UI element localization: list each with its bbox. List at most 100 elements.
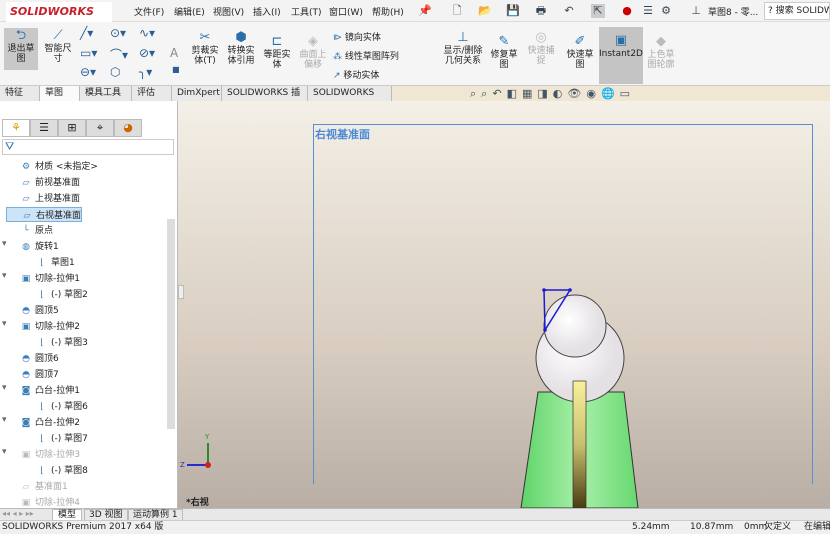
menu-insert[interactable]: 插入(I) [253, 5, 281, 18]
display-relations-button[interactable]: ⊥ 显示/删除几何关系 [440, 30, 486, 66]
tab-features[interactable]: 特征 [0, 86, 40, 101]
move-entities-button[interactable]: ↗ 移动实体 [333, 68, 379, 81]
zoom-fit-icon[interactable]: ⌕ [470, 87, 481, 100]
tree-item[interactable]: ⌊ (-) 草图7 [36, 431, 88, 444]
display-manager-tab-icon[interactable]: ◕ [114, 119, 142, 137]
menu-help[interactable]: 帮助(H) [372, 5, 404, 18]
dynamic-annotation-icon[interactable]: ▦ [522, 87, 537, 100]
print-icon[interactable]: 🖶 [534, 4, 548, 18]
expand-arrow-icon[interactable]: ▾ [2, 383, 7, 393]
tab-sketch[interactable]: 草图 [40, 86, 80, 101]
pin-icon[interactable]: 📌 [418, 4, 432, 18]
tree-item[interactable]: ▾ ◙ 凸台-拉伸1 [2, 383, 80, 396]
feature-manager-tab-icon[interactable]: ⚘ [2, 119, 30, 137]
graphics-viewport[interactable]: 右视基准面 Y Z *右视 [178, 101, 830, 508]
quick-snaps-button[interactable]: ◎ 快速捕捉 [526, 30, 556, 66]
rebuild-icon[interactable]: ● [620, 4, 634, 18]
offset-on-surface-button[interactable]: ◈ 曲面上偏移 [296, 34, 330, 70]
previous-view-icon[interactable]: ↶ [492, 87, 506, 100]
view-toolbar[interactable]: ⌕⌕↶◧▦◨◐👁◉🌐▭ [470, 87, 635, 101]
expand-arrow-icon[interactable]: ▾ [2, 239, 7, 249]
dimxpert-manager-tab-icon[interactable]: ⌖ [86, 119, 114, 137]
offset-entities-button[interactable]: ⊏ 等距实体 [260, 34, 294, 70]
tab-scroll-arrows[interactable]: ◂◂ ◂ ▸ ▸▸ [2, 509, 34, 518]
view-orientation-icon[interactable]: ◨ [537, 87, 552, 100]
tab-evaluate[interactable]: 评估 [132, 86, 172, 101]
filter-input[interactable]: ⛛ [2, 139, 174, 155]
configuration-manager-tab-icon[interactable]: ⊞ [58, 119, 86, 137]
panel-collapse-handle[interactable] [178, 285, 184, 299]
zoom-area-icon[interactable]: ⌕ [481, 87, 492, 100]
tree-item[interactable]: ▾ ▣ 切除-拉伸1 [2, 271, 80, 284]
tab-dimxpert[interactable]: DimXpert [172, 86, 222, 101]
expand-arrow-icon[interactable]: ▾ [2, 319, 7, 329]
menu-edit[interactable]: 编辑(E) [174, 5, 205, 18]
solidworks-logo[interactable]: SOLIDWORKS [6, 2, 112, 22]
tree-item[interactable]: ▱ 上视基准面 [6, 191, 80, 204]
tab-mbd[interactable]: SOLIDWORKS MBD [308, 86, 392, 113]
fillet-icon[interactable]: ╮▾ [139, 65, 152, 79]
convert-entities-button[interactable]: ⬢ 转换实体引用 [224, 30, 258, 66]
tree-item[interactable]: ⌊ (-) 草图3 [36, 335, 88, 348]
point-icon[interactable]: ■ [172, 65, 180, 74]
rectangle-icon[interactable]: ▭▾ [80, 46, 97, 60]
slot-icon[interactable]: ⊖▾ [80, 65, 96, 79]
display-style-icon[interactable]: ◐ [553, 87, 568, 100]
linear-pattern-button[interactable]: ⁂ 线性草图阵列 [333, 49, 399, 62]
open-file-icon[interactable]: 📂 [478, 4, 492, 18]
display-settings-icon[interactable]: ▭ [620, 87, 635, 100]
expand-arrow-icon[interactable]: ▾ [2, 447, 7, 457]
tree-item[interactable]: ◓ 圆顶6 [6, 351, 59, 364]
arc-icon[interactable]: ⌒▾ [110, 46, 128, 63]
tree-item[interactable]: ◓ 圆顶7 [6, 367, 59, 380]
trim-entities-button[interactable]: ✂ 剪裁实体(T) [188, 30, 222, 66]
instant2d-button[interactable]: ▣ Instant2D [599, 27, 643, 84]
circle-icon[interactable]: ⊙▾ [110, 26, 126, 40]
mirror-entities-button[interactable]: ⧐ 镜向实体 [333, 30, 381, 43]
spline-icon[interactable]: ∿▾ [139, 26, 155, 40]
tree-item[interactable]: ▱ 基准面1 [6, 479, 68, 492]
tree-item[interactable]: ▣ 切除-拉伸4 [6, 495, 80, 508]
tree-item[interactable]: ▱ 前视基准面 [6, 175, 80, 188]
tree-item[interactable]: ⌊ 草图1 [36, 255, 75, 268]
tree-item[interactable]: ◓ 圆顶5 [6, 303, 59, 316]
save-icon[interactable]: 💾 [506, 4, 520, 18]
ellipse-icon[interactable]: ⊘▾ [139, 46, 155, 60]
line-icon[interactable]: ╱▾ [80, 26, 93, 40]
menu-file[interactable]: 文件(F) [134, 5, 164, 18]
exit-sketch-button[interactable]: ⮌ 退出草图 [4, 28, 38, 70]
appearance-icon[interactable]: ◉ [586, 87, 601, 100]
property-manager-tab-icon[interactable]: ☰ [30, 119, 58, 137]
tree-item[interactable]: ▾ ◙ 凸台-拉伸2 [2, 415, 80, 428]
tree-scrollbar[interactable] [167, 219, 175, 429]
repair-sketch-button[interactable]: ✎ 修复草图 [488, 34, 520, 70]
tree-item[interactable]: ▾ ▣ 切除-拉伸2 [2, 319, 80, 332]
tree-item[interactable]: ⌊ (-) 草图2 [36, 287, 88, 300]
model-graphic[interactable] [178, 101, 830, 508]
tree-item[interactable]: ⌊ (-) 草图6 [36, 399, 88, 412]
select-icon[interactable]: ⇱ [591, 4, 605, 18]
file-properties-icon[interactable]: ☰ [641, 4, 655, 18]
menu-window[interactable]: 窗口(W) [329, 5, 363, 18]
tab-addins[interactable]: SOLIDWORKS 插件 [222, 86, 308, 113]
menu-tools[interactable]: 工具(T) [291, 5, 322, 18]
menu-view[interactable]: 视图(V) [213, 5, 244, 18]
text-icon[interactable]: A [170, 46, 178, 60]
expand-arrow-icon[interactable]: ▾ [2, 271, 7, 281]
scene-icon[interactable]: 🌐 [601, 87, 620, 100]
section-view-icon[interactable]: ◧ [507, 87, 522, 100]
tree-item[interactable]: ⌊ (-) 草图8 [36, 463, 88, 476]
tab-mold-tools[interactable]: 模具工具 [80, 86, 132, 101]
tree-item[interactable]: └ 原点 [6, 223, 53, 236]
expand-arrow-icon[interactable]: ▾ [2, 415, 7, 425]
tree-item[interactable]: ▾ ▣ 切除-拉伸3 [2, 447, 80, 460]
hide-show-icon[interactable]: 👁 [567, 87, 586, 100]
search-input[interactable]: ? 搜索 SOLIDWORKS [764, 2, 830, 20]
tree-item[interactable]: ⚙ 材质 <未指定> [6, 159, 98, 172]
new-file-icon[interactable]: 🗋 [450, 4, 464, 18]
rapid-sketch-button[interactable]: ✐ 快速草图 [564, 34, 596, 70]
polygon-icon[interactable]: ⬡ [110, 65, 120, 79]
smart-dimension-button[interactable]: ⟋ 智能尺寸 [42, 28, 74, 64]
options-gear-icon[interactable]: ⚙ [659, 4, 673, 18]
tree-item[interactable]: ▾ ◍ 旋转1 [2, 239, 59, 252]
